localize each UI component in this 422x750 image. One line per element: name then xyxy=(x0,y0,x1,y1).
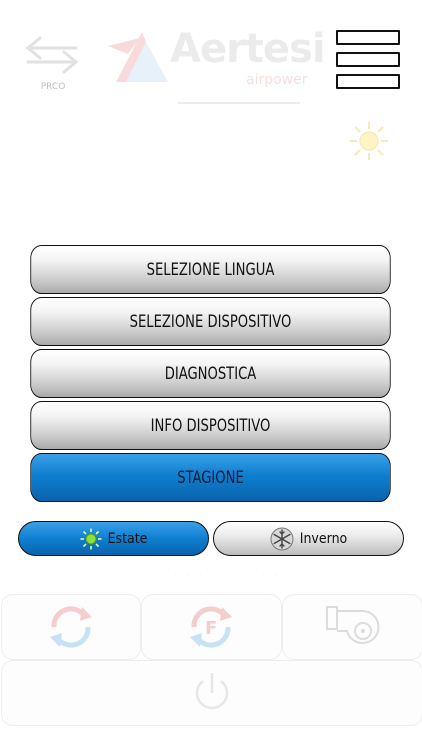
hamburger-menu-icon[interactable] xyxy=(336,30,400,89)
menu-bar xyxy=(336,52,400,67)
logo-mark-icon xyxy=(108,32,168,82)
menu-bar xyxy=(336,30,400,45)
menu-item-label: STAGIONE xyxy=(177,467,244,488)
tile-fan xyxy=(282,594,422,660)
season-winter-label: Inverno xyxy=(299,530,348,547)
fan-unit-icon xyxy=(326,606,380,644)
power-icon xyxy=(195,673,229,710)
bg-caption-dots: · · · · · · · · · · · xyxy=(149,571,281,580)
menu-bar xyxy=(336,74,400,89)
menu-item-season[interactable]: STAGIONE xyxy=(30,453,391,502)
swap-arrows-icon xyxy=(25,36,79,74)
refresh-icon xyxy=(50,606,92,648)
menu-item-language[interactable]: SELEZIONE LINGUA xyxy=(30,245,391,294)
menu-item-label: INFO DISPOSITIVO xyxy=(150,415,271,436)
tile-refresh xyxy=(1,594,141,660)
logo-divider xyxy=(178,102,300,104)
menu-item-device-select[interactable]: SELEZIONE DISPOSITIVO xyxy=(30,297,391,346)
swap-label: PRCO xyxy=(40,82,66,92)
season-summer-button[interactable]: Estate xyxy=(18,521,209,556)
brand-name: Aertesi xyxy=(170,26,326,72)
svg-text:F: F xyxy=(205,618,217,639)
menu-item-device-info[interactable]: INFO DISPOSITIVO xyxy=(30,401,391,450)
menu-item-label: DIAGNOSTICA xyxy=(164,363,257,384)
snowflake-icon xyxy=(270,527,294,550)
menu-item-label: SELEZIONE LINGUA xyxy=(146,259,275,280)
menu-item-diagnostics[interactable]: DIAGNOSTICA xyxy=(30,349,391,398)
brand-subtitle: airpower xyxy=(246,72,308,88)
sun-icon xyxy=(80,528,102,549)
season-summer-label: Estate xyxy=(107,530,148,547)
season-selector: Estate Inverno xyxy=(0,521,422,559)
menu-item-label: SELEZIONE DISPOSITIVO xyxy=(129,311,292,332)
season-winter-button[interactable]: Inverno xyxy=(213,521,404,556)
tile-power xyxy=(1,660,422,726)
brand-logo: Aertesi airpower xyxy=(106,26,326,90)
tile-filter: F xyxy=(141,594,282,660)
filter-refresh-icon: F xyxy=(190,606,232,648)
sun-icon xyxy=(350,122,388,160)
